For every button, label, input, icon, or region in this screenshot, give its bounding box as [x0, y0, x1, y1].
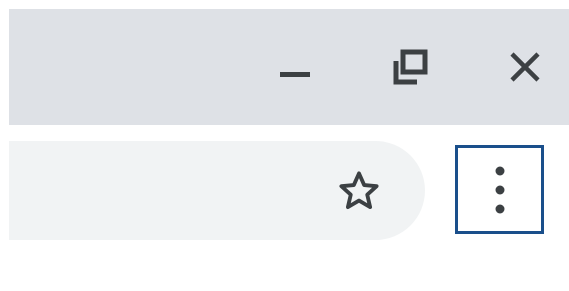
restore-icon [393, 49, 428, 85]
close-icon [510, 52, 540, 82]
window-border-left [0, 0, 9, 291]
close-button[interactable] [492, 9, 558, 125]
browser-window-crop [0, 0, 569, 291]
star-outline-icon [339, 171, 379, 210]
restore-button[interactable] [377, 9, 443, 125]
page-content [9, 252, 569, 291]
vertical-dots-icon [495, 166, 504, 213]
bookmark-star-button[interactable] [328, 160, 390, 222]
window-border [0, 0, 569, 9]
minimize-icon [280, 72, 310, 77]
minimize-button[interactable] [262, 9, 328, 125]
browser-menu-button[interactable] [455, 145, 544, 234]
